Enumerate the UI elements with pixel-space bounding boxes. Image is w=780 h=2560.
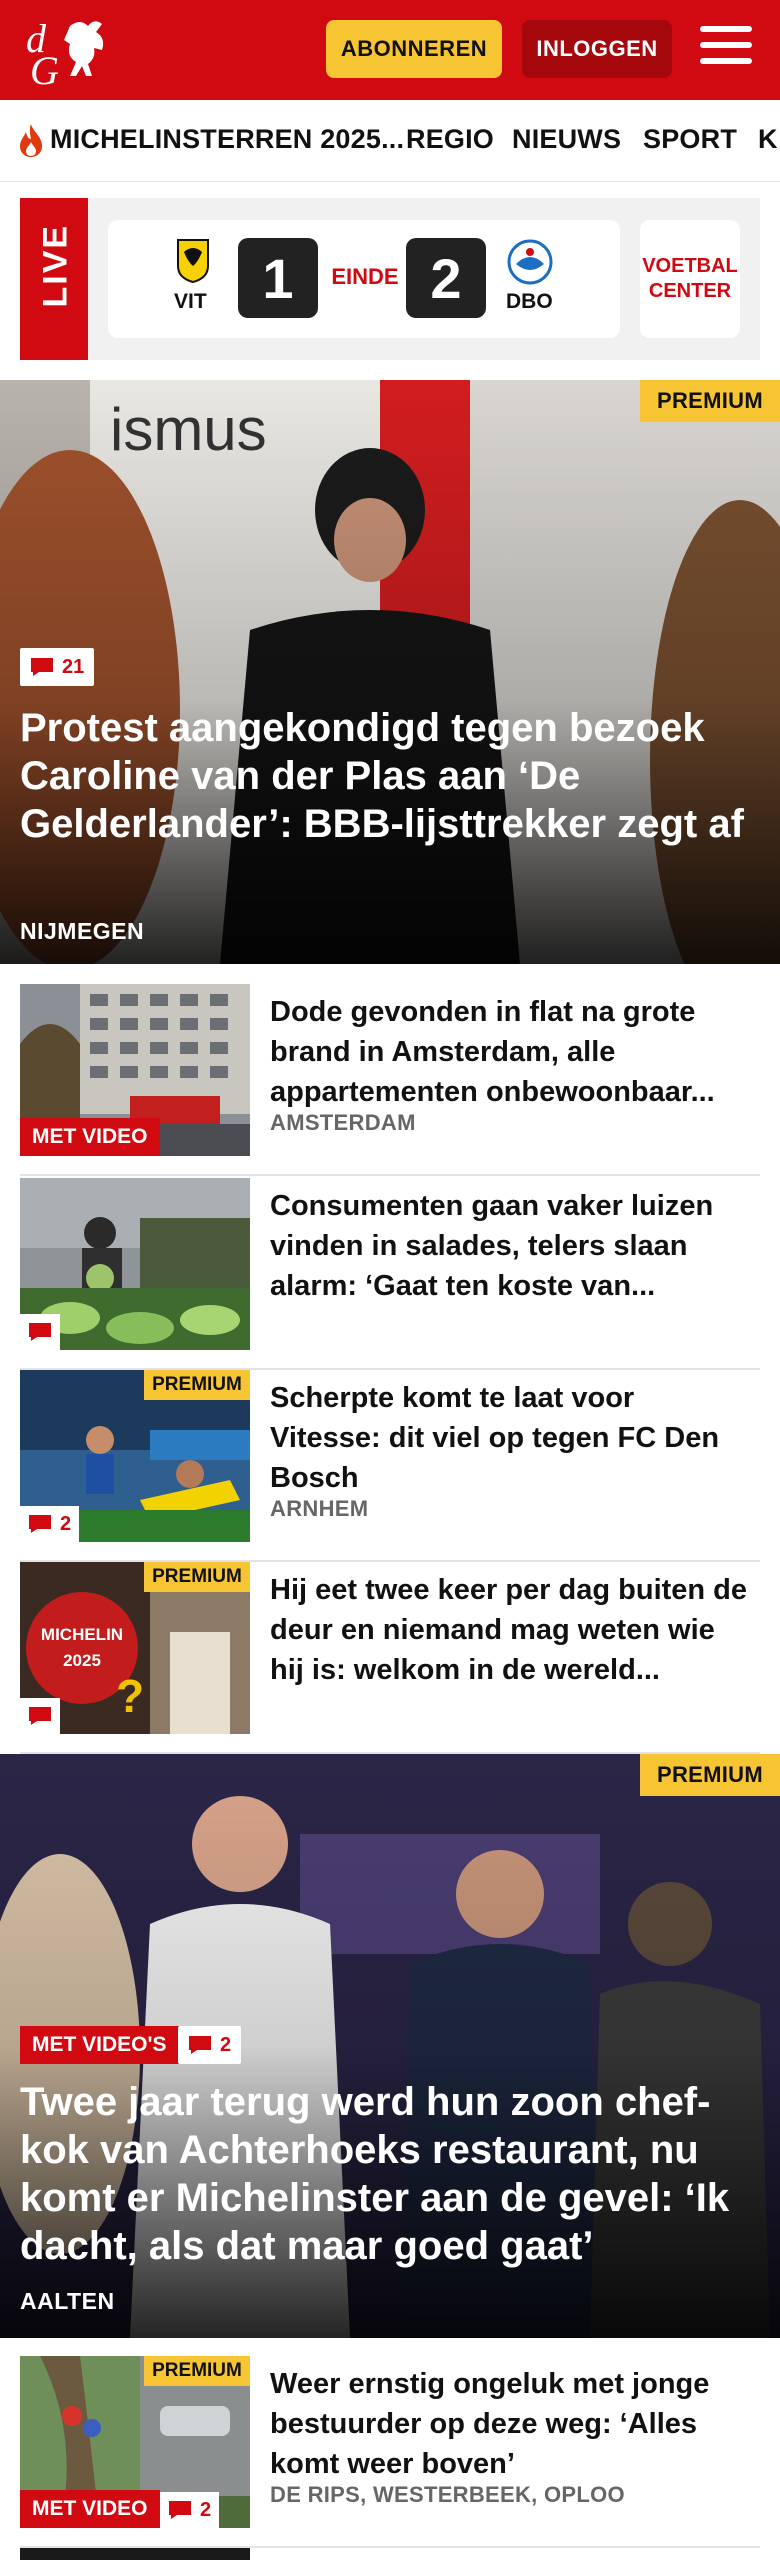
video-badge: MET VIDEO'S [20,2026,179,2064]
svg-text:2025: 2025 [63,1651,101,1670]
article-location: AALTEN [20,2288,115,2314]
nav-item-sport[interactable]: SPORT [643,124,737,155]
article-title[interactable]: Twee jaar terug werd hun zoon chef-kok v… [20,2078,760,2270]
live-score-ticker: LIVE VIT 1 EINDE 2 DBO VOETBAL CENTER [20,198,760,360]
list-item[interactable]: PREMIUM MET VIDEO 2 Weer ernstig ongeluk… [20,2356,760,2548]
comment-badge[interactable] [20,1314,60,1350]
list-item[interactable]: Consumenten gaan vaker luizen vinden in … [20,1178,760,1370]
article-title[interactable]: Scherpte komt te laat voor Vitesse: dit … [270,1378,750,1498]
article-title[interactable]: Hij eet twee keer per dag buiten de deur… [270,1570,750,1690]
comment-icon [29,1323,51,1341]
home-score: 1 [238,238,318,318]
subscribe-button[interactable]: ABONNEREN [326,20,502,78]
article-title[interactable]: Consumenten gaan vaker luizen vinden in … [270,1186,750,1306]
comment-icon [29,1707,51,1725]
vitesse-crest-icon [177,239,209,284]
home-team-name: VIT [174,290,207,313]
premium-badge: PREMIUM [640,1754,780,1796]
article-title[interactable]: Weer ernstig ongeluk met jonge bestuurde… [270,2364,750,2484]
list-item[interactable]: MET VIDEO Dode gevonden in flat na grote… [20,984,760,1176]
premium-badge: PREMIUM [640,380,780,422]
hero-article-1[interactable]: ismus PREMIUM 21 Protest aangekondigd te… [0,380,780,964]
video-badge: MET VIDEO [20,2490,160,2528]
svg-text:G: G [30,48,59,88]
list-item[interactable]: MICHELIN 2025 ? PREMIUM Hij eet twee kee… [20,1562,760,1754]
nav-item-next[interactable]: K [758,124,778,155]
article-thumbnail: MICHELIN 2025 ? PREMIUM [20,1562,250,1734]
comment-badge[interactable]: 2 [20,1506,80,1542]
article-thumbnail: PREMIUM MET VIDEO 2 [20,2356,250,2528]
dg-logo[interactable]: d G [24,14,116,88]
comment-icon [189,2036,211,2054]
flame-icon [20,124,42,157]
comment-icon [31,658,53,676]
article-thumbnail [20,1178,250,1350]
nav-item-regio[interactable]: REGIO [406,124,494,155]
article-title[interactable]: Dode gevonden in flat na grote brand in … [270,992,750,1112]
premium-badge: PREMIUM [144,1562,250,1592]
voetbal-center-button[interactable]: VOETBAL CENTER [640,220,740,338]
article-location: NIJMEGEN [20,918,145,944]
svg-text:?: ? [116,1670,144,1722]
comment-icon [169,2501,191,2519]
match-card[interactable]: VIT 1 EINDE 2 DBO [108,220,620,338]
article-thumbnail: MET VIDEO [20,984,250,1156]
article-thumbnail [20,2548,250,2560]
list-item[interactable]: PREMIUM 2 Scherpte komt te laat voor Vit… [20,1370,760,1562]
fc-den-bosch-crest-icon [507,239,553,285]
video-badge: MET VIDEO [20,1118,160,1156]
comment-badge[interactable]: 2 [160,2492,220,2528]
comment-count-badge[interactable]: 2 [178,2026,242,2064]
article-thumbnail: PREMIUM 2 [20,1370,250,1542]
article-location: DE RIPS, WESTERBEEK, OPLOO [270,2482,625,2507]
article-location: AMSTERDAM [270,1110,416,1135]
nav-item-michelinsterren[interactable]: MICHELINSTERREN 2025... [50,124,404,155]
site-header: d G ABONNEREN INLOGGEN [0,0,780,100]
hamburger-menu-icon[interactable] [700,26,752,72]
premium-badge: PREMIUM [144,2356,250,2386]
away-score: 2 [406,238,486,318]
away-team-name: DBO [506,290,553,313]
login-button[interactable]: INLOGGEN [522,20,672,78]
svg-text:MICHELIN: MICHELIN [41,1625,123,1644]
premium-badge: PREMIUM [144,1370,250,1400]
match-status: EINDE [331,264,399,289]
article-location: ARNHEM [270,1496,369,1521]
comment-icon [29,1515,51,1533]
comment-count-badge[interactable]: 21 [20,648,95,686]
live-tag: LIVE [20,198,88,360]
hero-article-2[interactable]: PREMIUM MET VIDEO'S 2 Twee jaar terug we… [0,1754,780,2338]
section-nav: MICHELINSTERREN 2025... REGIO NIEUWS SPO… [0,100,780,182]
nav-item-nieuws[interactable]: NIEUWS [512,124,621,155]
comment-badge[interactable] [20,1698,60,1734]
article-image: ismus [0,380,780,964]
article-title[interactable]: Protest aangekondigd tegen bezoek Caroli… [20,704,760,848]
